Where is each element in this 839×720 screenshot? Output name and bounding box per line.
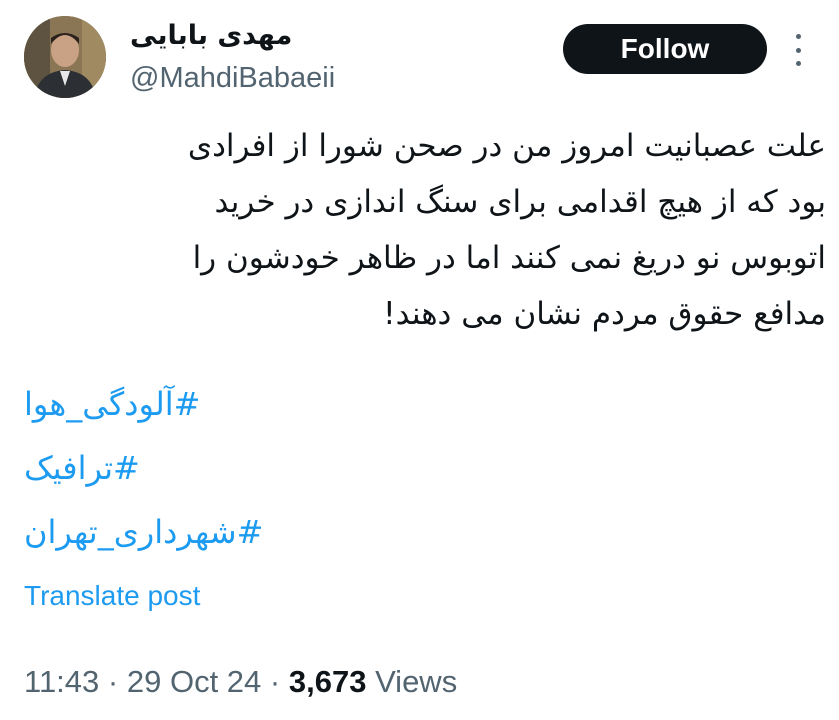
more-options-icon[interactable]	[790, 34, 806, 66]
tweet-date[interactable]: 29 Oct 24	[127, 664, 261, 699]
author-handle[interactable]: @MahdiBabaeii	[130, 60, 335, 96]
tweet-text-line: اتوبوس نو دریغ نمی کنند اما در ظاهر خودش…	[192, 240, 826, 276]
translate-post-link[interactable]: Translate post	[24, 576, 200, 616]
tweet-time[interactable]: 11:43	[24, 664, 99, 699]
author-avatar[interactable]	[24, 16, 106, 98]
tweet-meta: 11:43 · 29 Oct 24 · 3,673 Views	[24, 660, 457, 704]
hashtag-list: #آلودگی_هوا #ترافیک #شهرداری_تهران	[24, 372, 424, 564]
views-count: 3,673	[288, 664, 367, 699]
views-label: Views	[375, 664, 458, 699]
tweet-text: علت عصبانیت امروز من در صحن شورا از افرا…	[40, 118, 826, 342]
tweet-text-line: مدافع حقوق مردم نشان می دهند!	[383, 296, 826, 332]
hashtag-link[interactable]: #آلودگی_هوا	[24, 372, 200, 436]
meta-separator: ·	[269, 664, 281, 699]
more-dot	[795, 34, 801, 39]
author-display-name[interactable]: مهدی بابایی	[130, 18, 292, 54]
user-photo-icon	[24, 16, 106, 98]
follow-button[interactable]: Follow	[563, 24, 767, 74]
hashtag-link[interactable]: #ترافیک	[24, 436, 140, 500]
hashtag-link[interactable]: #شهرداری_تهران	[24, 500, 263, 564]
follow-button-label: Follow	[620, 33, 710, 64]
meta-separator: ·	[107, 664, 119, 699]
more-dot	[795, 61, 801, 66]
tweet-text-line: علت عصبانیت امروز من در صحن شورا از افرا…	[187, 128, 826, 164]
tweet-text-line: بود که از هیچ اقدامی برای سنگ اندازی در …	[214, 184, 826, 220]
more-dot	[795, 47, 801, 53]
